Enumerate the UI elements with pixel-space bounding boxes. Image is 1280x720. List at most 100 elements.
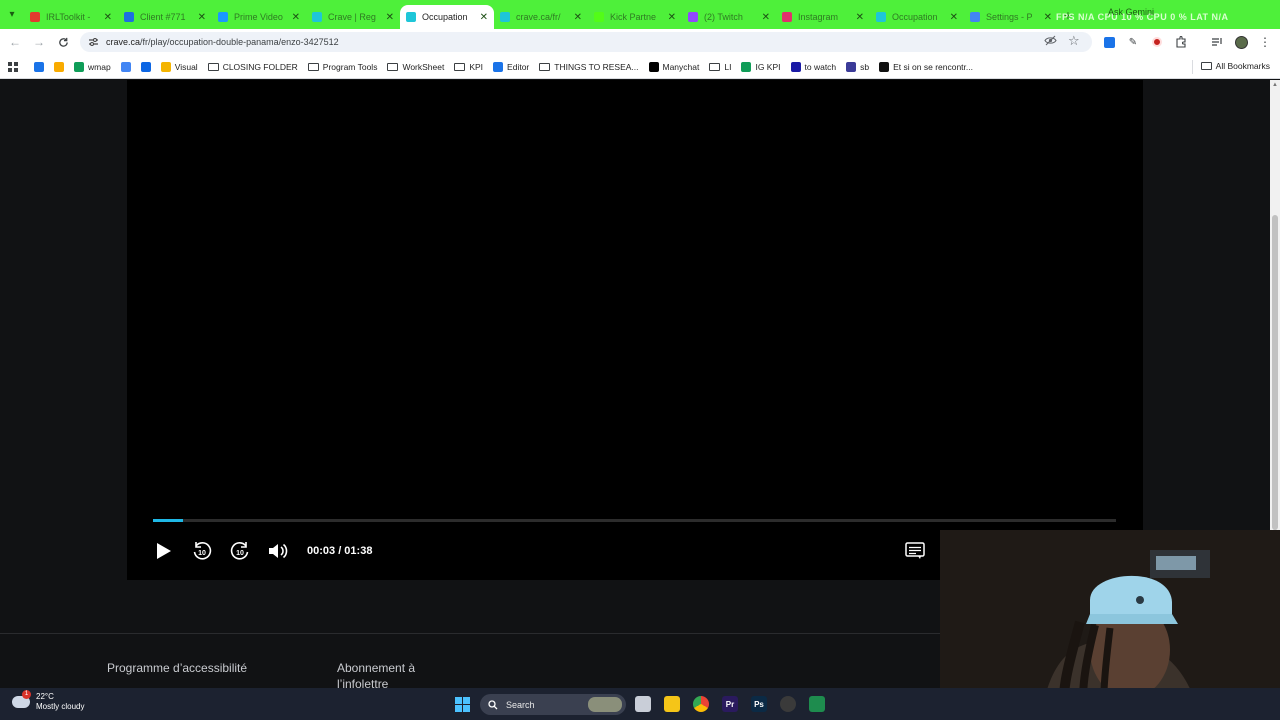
bookmark-item[interactable]: wmap [74,61,111,72]
browser-tab[interactable]: Instagram ✕ [776,5,870,29]
tab-close-icon[interactable]: ✕ [480,12,488,23]
rencontre-icon [879,61,890,72]
bookmark-label: wmap [88,61,111,72]
bookmark-item[interactable] [140,61,151,72]
eye-off-icon[interactable] [1044,35,1057,49]
browser-tab[interactable]: Client #771 ✕ [118,5,212,29]
bookmark-item[interactable]: KPI [454,62,483,72]
all-bookmarks-button[interactable]: All Bookmarks [1200,61,1270,71]
progress-bar[interactable] [153,519,1116,522]
browser-tab[interactable]: Occupation ✕ [400,5,494,29]
accessibility-link[interactable]: Programme d’accessibilité [107,660,247,676]
windows-start-icon[interactable] [455,697,470,712]
browser-tab[interactable]: Prime Video ✕ [212,5,306,29]
browser-tab[interactable]: Settings - P ✕ [964,5,1058,29]
bookmark-item[interactable]: Et si on se rencontr... [879,61,973,72]
address-bar[interactable]: crave.ca/fr/play/occupation-double-panam… [80,32,1092,52]
ask-gemini-button[interactable]: Ask Gemini [1108,7,1154,17]
play-icon[interactable] [153,540,175,562]
progress-bar-fill [153,519,183,522]
bookmark-item[interactable]: sb [846,61,869,72]
browser-menu-icon[interactable]: ⋮ [1258,35,1272,49]
tab-close-icon[interactable]: ✕ [574,12,582,23]
all-bookmarks-label: All Bookmarks [1215,61,1270,71]
bookmark-item[interactable]: Manychat [648,61,699,72]
bookmark-item[interactable]: to watch [790,61,836,72]
bookmark-item[interactable] [34,61,44,72]
bookmark-item[interactable]: Program Tools [307,62,377,72]
bookmark-item[interactable]: Editor [493,61,529,72]
tab-search-dropdown-icon[interactable]: ▾ [0,0,24,29]
bookmark-star-icon[interactable]: ☆ [1068,33,1080,49]
url-text[interactable]: crave.ca/fr/play/occupation-double-panam… [106,37,339,47]
tab-favicon-icon [500,12,510,22]
browser-tab[interactable]: Occupation ✕ [870,5,964,29]
browser-tab[interactable]: crave.ca/fr/ ✕ [494,5,588,29]
extension-pen-icon[interactable]: ✎ [1126,35,1140,49]
tab-close-icon[interactable]: ✕ [1044,12,1052,23]
sheets-icon [741,61,752,72]
bookmark-item[interactable] [120,61,131,72]
scroll-up-icon[interactable]: ▲ [1272,82,1278,88]
bookmark-item[interactable]: CLOSING FOLDER [207,62,298,72]
media-controls-icon[interactable] [1210,35,1224,49]
tab-close-icon[interactable]: ✕ [950,12,958,23]
forward-10-icon[interactable]: 10 [229,540,251,562]
back-icon[interactable]: ← [3,29,27,55]
folder-icon [709,62,721,71]
reload-icon[interactable] [51,29,75,55]
apps-grid-icon[interactable] [8,61,18,72]
bookmark-item[interactable]: WorkSheet [387,62,444,72]
tab-title: Settings - P [986,12,1033,22]
taskbar-search[interactable]: Search [480,694,626,715]
bookmark-label: Et si on se rencontr... [893,61,973,72]
bookmark-item[interactable]: Visual [160,61,198,72]
weather-desc: Mostly cloudy [36,702,85,711]
tab-title: Occupation [892,12,938,22]
tab-favicon-icon [218,12,228,22]
rewind-10-icon[interactable]: 10 [191,540,213,562]
tab-close-icon[interactable]: ✕ [762,12,770,23]
folder-icon [1200,62,1212,70]
video-player[interactable]: 10 10 00:03 / 01:38 [127,80,1143,580]
app-icon[interactable] [809,696,825,712]
task-view-icon[interactable] [635,696,651,712]
browser-tab[interactable]: Crave | Reg ✕ [306,5,400,29]
folder-icon [387,62,399,71]
bookmark-item[interactable]: THINGS TO RESEA... [539,62,639,72]
browser-tab[interactable]: IRLToolkit - ✕ [24,5,118,29]
premiere-pro-icon[interactable]: Pr [722,696,738,712]
bookmark-item[interactable]: IG KPI [741,61,781,72]
browser-tab[interactable]: (2) Twitch ✕ [682,5,776,29]
file-explorer-icon[interactable] [664,696,680,712]
tab-close-icon[interactable]: ✕ [198,12,206,23]
tab-favicon-icon [688,12,698,22]
obs-icon[interactable] [780,696,796,712]
tab-close-icon[interactable]: ✕ [668,12,676,23]
chrome-icon[interactable] [693,696,709,712]
volume-icon[interactable] [267,540,289,562]
calendar-icon [34,61,44,72]
browser-tab[interactable]: Kick Partne ✕ [588,5,682,29]
tab-close-icon[interactable]: ✕ [104,12,112,23]
scrollbar-thumb[interactable] [1272,215,1278,530]
meet-icon [54,61,64,72]
forward-icon[interactable]: → [27,29,51,55]
extensions-puzzle-icon[interactable] [1174,35,1188,49]
bookmark-item[interactable]: LI [709,62,731,72]
extension-blue-icon[interactable] [1102,35,1116,49]
tab-close-icon[interactable]: ✕ [386,12,394,23]
tab-close-icon[interactable]: ✕ [856,12,864,23]
weather-widget[interactable]: 1 22°C Mostly cloudy [12,690,85,712]
site-info-icon[interactable] [86,35,100,49]
profile-avatar[interactable] [1234,35,1248,49]
subtitles-icon[interactable] [905,542,927,560]
extension-record-icon[interactable] [1150,35,1164,49]
wmap-icon [74,61,84,72]
newsletter-link-line1: Abonnement à [337,661,416,675]
tab-close-icon[interactable]: ✕ [292,12,300,23]
time-display: 00:03 / 01:38 [307,545,373,557]
bookmark-item[interactable] [54,61,64,72]
tab-title: Kick Partne [610,12,657,22]
photoshop-icon[interactable]: Ps [751,696,767,712]
